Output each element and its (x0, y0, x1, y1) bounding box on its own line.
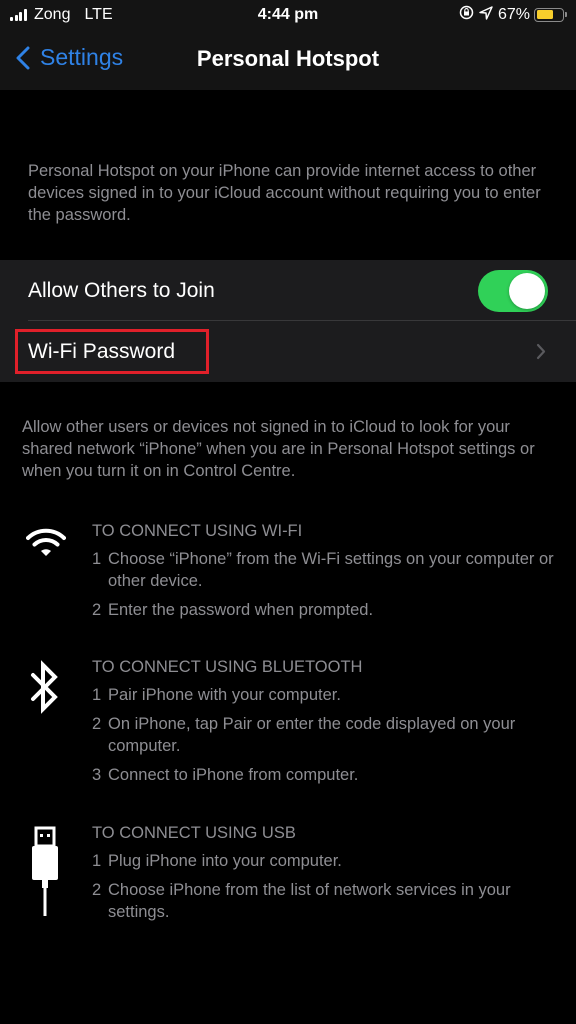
status-bar: Zong LTE 4:44 pm 67% (0, 0, 576, 30)
allow-others-row: Allow Others to Join (0, 260, 576, 321)
step-number: 1 (92, 686, 102, 704)
step-item: 2 On iPhone, tap Pair or enter the code d… (92, 713, 562, 757)
navigation-bar: Settings Personal Hotspot (0, 30, 576, 90)
status-right: 67% (459, 5, 567, 24)
wifi-icon (26, 526, 66, 563)
step-number: 2 (92, 881, 102, 899)
settings-group: Allow Others to Join Wi-Fi Password (0, 260, 576, 382)
usb-cable-icon (30, 826, 62, 923)
step-item: 3 Connect to iPhone from computer. (92, 764, 562, 786)
step-item: 1 Plug iPhone into your computer. (92, 850, 562, 872)
intro-description: Personal Hotspot on your iPhone can prov… (28, 162, 541, 224)
step-item: 1 Pair iPhone with your computer. (92, 684, 562, 706)
footer-description: Allow other users or devices not signed … (22, 418, 535, 480)
step-number: 1 (92, 852, 102, 870)
allow-others-toggle[interactable] (478, 270, 548, 312)
step-text: Enter the password when prompted. (108, 601, 374, 619)
battery-tip (565, 12, 567, 17)
step-number: 1 (92, 550, 102, 568)
step-text: On iPhone, tap Pair or enter the code di… (108, 715, 516, 755)
battery-fill (536, 10, 554, 19)
wifi-password-label: Wi-Fi Password (28, 339, 176, 363)
method-title: TO CONNECT USING BLUETOOTH (92, 658, 363, 676)
step-item: 1 Choose “iPhone” from the Wi-Fi settings… (92, 548, 562, 592)
battery-percent: 67% (497, 5, 530, 23)
step-text: Choose iPhone from the list of network s… (108, 881, 511, 921)
step-item: 2 Choose iPhone from the list of network … (92, 879, 562, 923)
step-text: Connect to iPhone from computer. (108, 766, 359, 784)
method-body: TO CONNECT USING BLUETOOTH 1 Pair iPhone … (92, 656, 562, 793)
step-number: 2 (92, 601, 102, 619)
method-body: TO CONNECT USING USB 1 Plug iPhone into y… (92, 822, 562, 930)
step-text: Pair iPhone with your computer. (108, 686, 341, 704)
method-body: TO CONNECT USING WI-FI 1 Choose “iPhone” … (92, 520, 562, 628)
chevron-right-icon (536, 343, 546, 360)
page-title: Personal Hotspot (196, 46, 380, 71)
location-icon (479, 5, 493, 24)
step-number: 3 (92, 766, 102, 784)
wifi-password-row[interactable]: Wi-Fi Password (0, 321, 576, 382)
step-text: Plug iPhone into your computer. (108, 852, 342, 870)
step-text: Choose “iPhone” from the Wi-Fi settings … (108, 550, 554, 590)
method-title: TO CONNECT USING WI-FI (92, 522, 303, 540)
battery-icon (534, 7, 567, 22)
allow-others-label: Allow Others to Join (28, 278, 215, 302)
orientation-lock-icon (459, 5, 474, 24)
step-item: 2 Enter the password when prompted. (92, 599, 562, 621)
toggle-knob (509, 273, 545, 309)
method-title: TO CONNECT USING USB (92, 824, 296, 842)
step-number: 2 (92, 715, 102, 733)
bluetooth-icon (30, 660, 60, 719)
